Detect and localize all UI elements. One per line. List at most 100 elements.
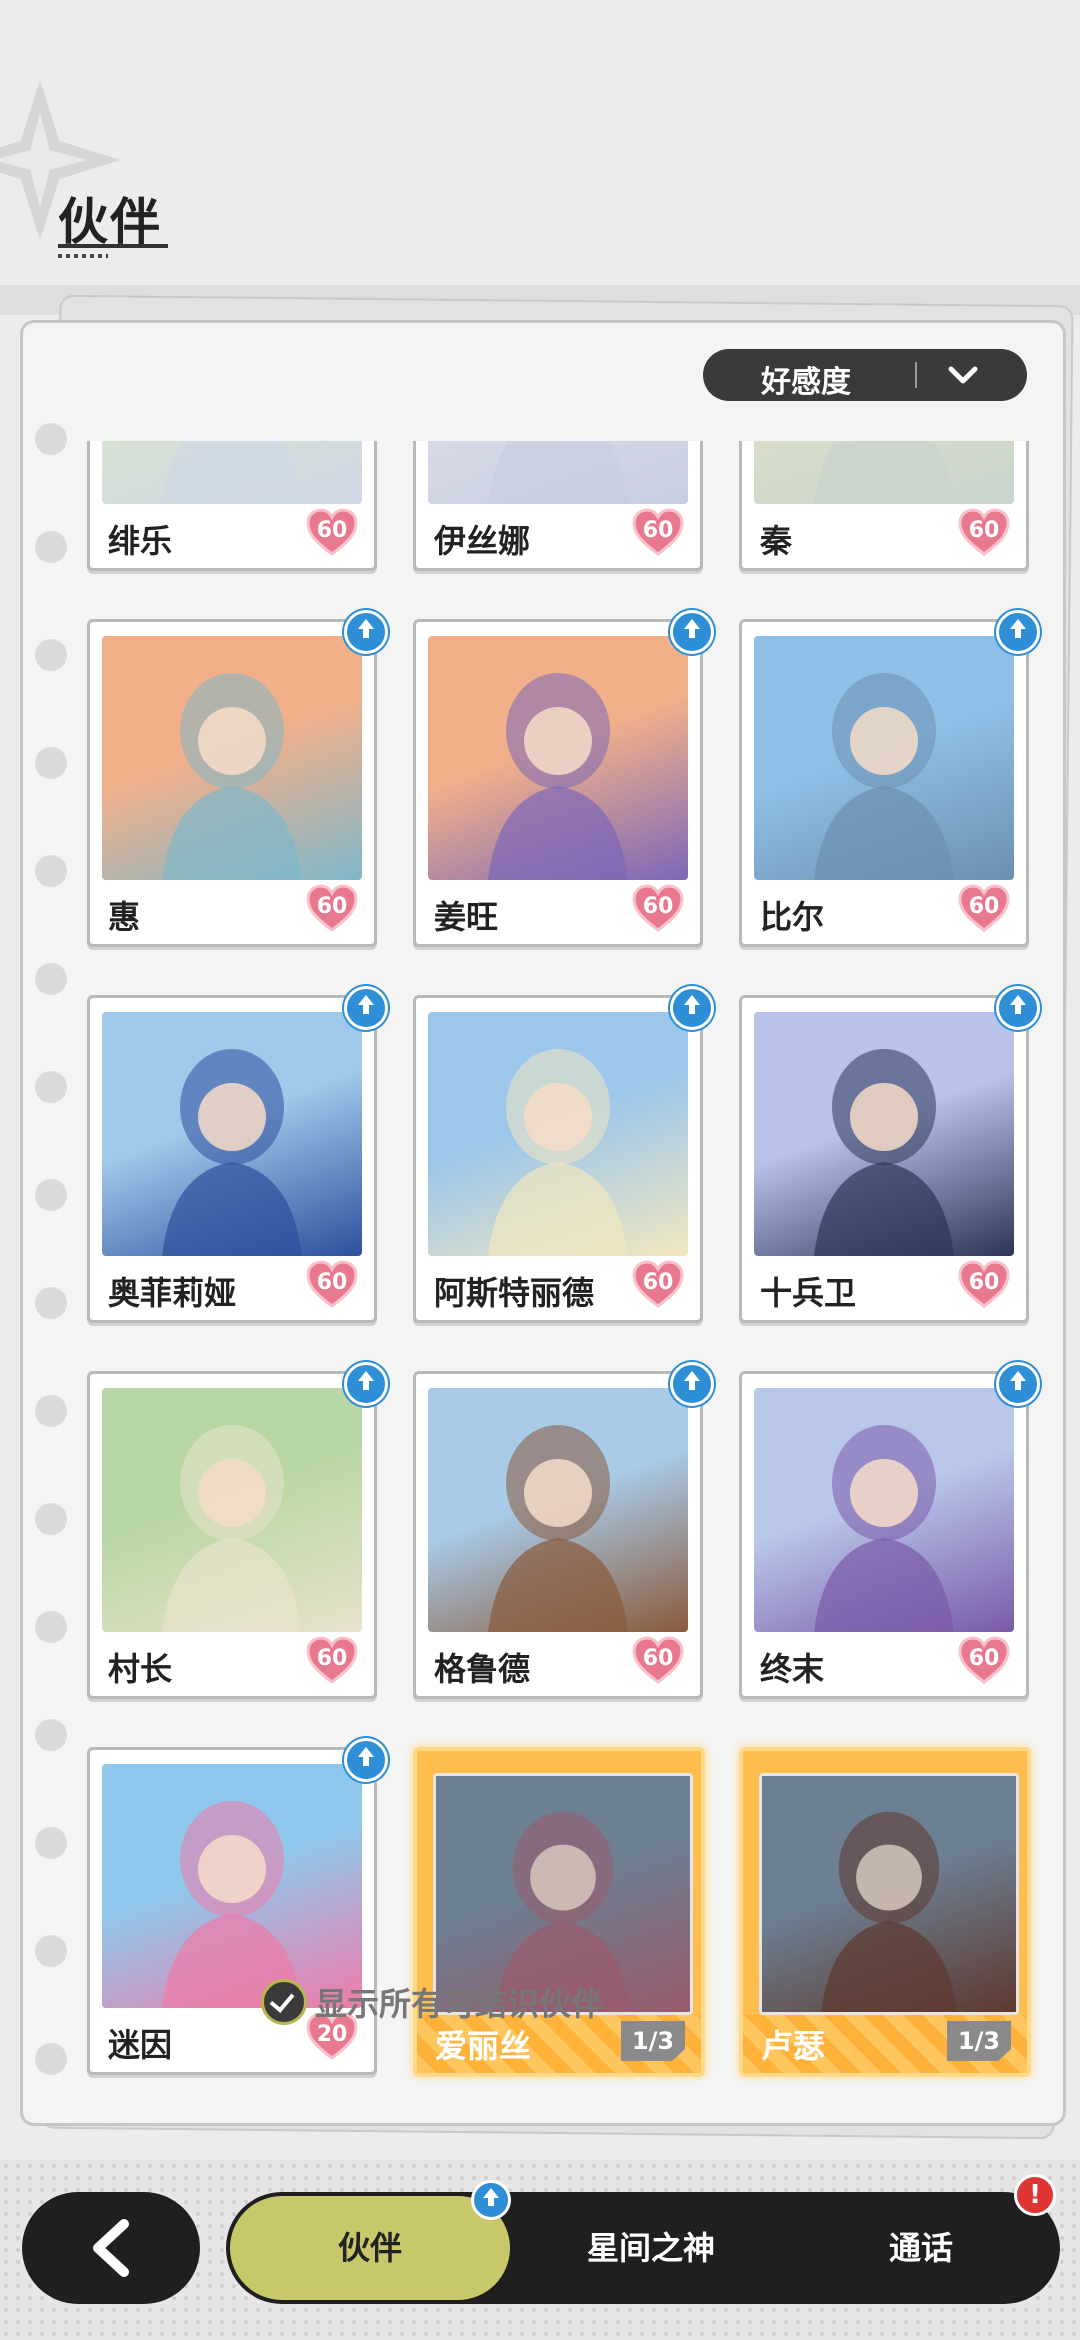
upgrade-arrow-icon — [670, 986, 714, 1030]
upgrade-arrow-icon — [344, 1362, 388, 1406]
partner-portrait — [102, 636, 362, 880]
binder-hole — [35, 1071, 67, 1103]
partner-card[interactable]: 十兵卫 60 — [739, 986, 1040, 1323]
binder-hole — [35, 1179, 67, 1211]
character-silhouette-icon — [814, 1049, 954, 1256]
partner-portrait — [754, 1012, 1014, 1256]
partner-name: 绯乐 — [108, 522, 173, 560]
affinity-level: 60 — [968, 894, 1000, 919]
back-button[interactable] — [22, 2192, 200, 2304]
partner-card[interactable]: 秦 60 — [739, 441, 1029, 571]
character-silhouette-icon — [488, 1049, 628, 1256]
partner-portrait — [102, 1012, 362, 1256]
partner-name: 迷因 — [108, 2026, 173, 2064]
character-silhouette-icon — [162, 1049, 302, 1256]
binder-hole — [35, 963, 67, 995]
sort-divider — [915, 362, 917, 388]
upgrade-arrow-icon — [996, 610, 1040, 654]
tab-bar: 伙伴 星间之神 通话 ! — [226, 2174, 1060, 2304]
partner-name: 格鲁德 — [434, 1650, 531, 1688]
partner-card[interactable]: 村长 60 — [87, 1362, 388, 1699]
partner-name: 奥菲莉娅 — [108, 1274, 237, 1312]
partner-card[interactable]: 伊丝娜 60 — [413, 441, 703, 571]
character-silhouette-icon — [821, 1811, 957, 2012]
affinity-level: 60 — [968, 1270, 1000, 1295]
tab-partners[interactable]: 伙伴 — [230, 2196, 510, 2300]
partner-name: 爱丽丝 — [435, 2027, 532, 2065]
partner-portrait — [428, 636, 688, 880]
partner-name: 伊丝娜 — [434, 522, 531, 560]
upgrade-badge-icon — [471, 2180, 511, 2220]
tab-star-gods[interactable]: 星间之神 — [516, 2192, 786, 2304]
partner-card[interactable]: 格鲁德 60 — [413, 1362, 714, 1699]
back-arrow-icon — [93, 2219, 129, 2277]
partner-portrait — [428, 441, 688, 504]
character-silhouette-icon — [488, 673, 628, 880]
title-dots — [58, 254, 108, 258]
binder-hole — [35, 1611, 67, 1643]
binder-hole — [35, 423, 67, 455]
character-silhouette-icon — [162, 673, 302, 880]
partner-name: 惠 — [108, 898, 141, 936]
show-all-label[interactable]: 显示所有可结识伙伴 — [315, 1979, 603, 2025]
affinity-level: 60 — [642, 518, 674, 543]
affinity-level: 60 — [316, 518, 348, 543]
affinity-level: 60 — [968, 1646, 1000, 1671]
upgrade-arrow-icon — [996, 1362, 1040, 1406]
affinity-level: 60 — [642, 894, 674, 919]
affinity-level: 60 — [642, 1270, 674, 1295]
character-silhouette-icon — [814, 673, 954, 880]
partner-name: 阿斯特丽德 — [434, 1274, 595, 1312]
binder-hole — [35, 2043, 67, 2075]
affinity-level: 60 — [316, 894, 348, 919]
partner-card[interactable]: 阿斯特丽德 60 — [413, 986, 714, 1323]
alert-badge-icon: ! — [1014, 2174, 1056, 2216]
partner-portrait — [102, 1388, 362, 1632]
sort-label: 好感度 — [761, 365, 851, 400]
partner-card[interactable]: 比尔 60 — [739, 610, 1040, 947]
partner-portrait — [102, 441, 362, 504]
binder-holes — [35, 423, 75, 2123]
partner-card[interactable]: 姜旺 60 — [413, 610, 714, 947]
partner-panel: 好感度 绯乐 60 伊丝娜 60 秦 60 惠 60 姜旺 60 比尔 60 奥菲莉娅 60 阿斯特丽德 60… — [20, 320, 1066, 2126]
binder-hole — [35, 1719, 67, 1751]
partner-portrait — [759, 1773, 1019, 2015]
partner-card[interactable]: 卢瑟 1/3 — [739, 1747, 1031, 2077]
binder-hole — [35, 855, 67, 887]
unlock-progress: 1/3 — [947, 2021, 1011, 2061]
sort-dropdown[interactable]: 好感度 — [703, 349, 1027, 401]
character-silhouette-icon — [488, 1425, 628, 1632]
binder-hole — [35, 1287, 67, 1319]
tab-calls[interactable]: 通话 — [786, 2192, 1056, 2304]
partner-card[interactable]: 绯乐 60 — [87, 441, 377, 571]
partner-card[interactable]: 终末 60 — [739, 1362, 1040, 1699]
partner-card[interactable]: 奥菲莉娅 60 — [87, 986, 388, 1323]
binder-hole — [35, 531, 67, 563]
character-silhouette-icon — [495, 1811, 631, 2012]
partner-card[interactable]: 迷因 20 — [87, 1738, 388, 2075]
character-silhouette-icon — [162, 441, 302, 504]
character-silhouette-icon — [488, 441, 628, 504]
title-underline — [58, 244, 168, 248]
partner-grid: 绯乐 60 伊丝娜 60 秦 60 惠 60 姜旺 60 比尔 60 奥菲莉娅 60 阿斯特丽德 60 十兵卫 6… — [87, 441, 1063, 2081]
upgrade-arrow-icon — [344, 1738, 388, 1782]
upgrade-arrow-icon — [996, 986, 1040, 1030]
show-all-checkbox[interactable] — [261, 1979, 307, 2025]
upgrade-arrow-icon — [670, 1362, 714, 1406]
binder-hole — [35, 747, 67, 779]
upgrade-arrow-icon — [670, 610, 714, 654]
upgrade-arrow-icon — [344, 986, 388, 1030]
character-silhouette-icon — [162, 1801, 302, 2008]
partner-portrait — [754, 1388, 1014, 1632]
partner-name: 比尔 — [760, 898, 825, 936]
partner-name: 十兵卫 — [760, 1274, 857, 1312]
partner-name: 卢瑟 — [761, 2027, 826, 2065]
partner-card[interactable]: 爱丽丝 1/3 — [413, 1747, 705, 2077]
partner-name: 秦 — [760, 522, 793, 560]
partner-portrait — [754, 441, 1014, 504]
partner-portrait — [754, 636, 1014, 880]
binder-hole — [35, 1395, 67, 1427]
affinity-level: 60 — [642, 1646, 674, 1671]
partner-card[interactable]: 惠 60 — [87, 610, 388, 947]
partner-name: 姜旺 — [434, 898, 499, 936]
